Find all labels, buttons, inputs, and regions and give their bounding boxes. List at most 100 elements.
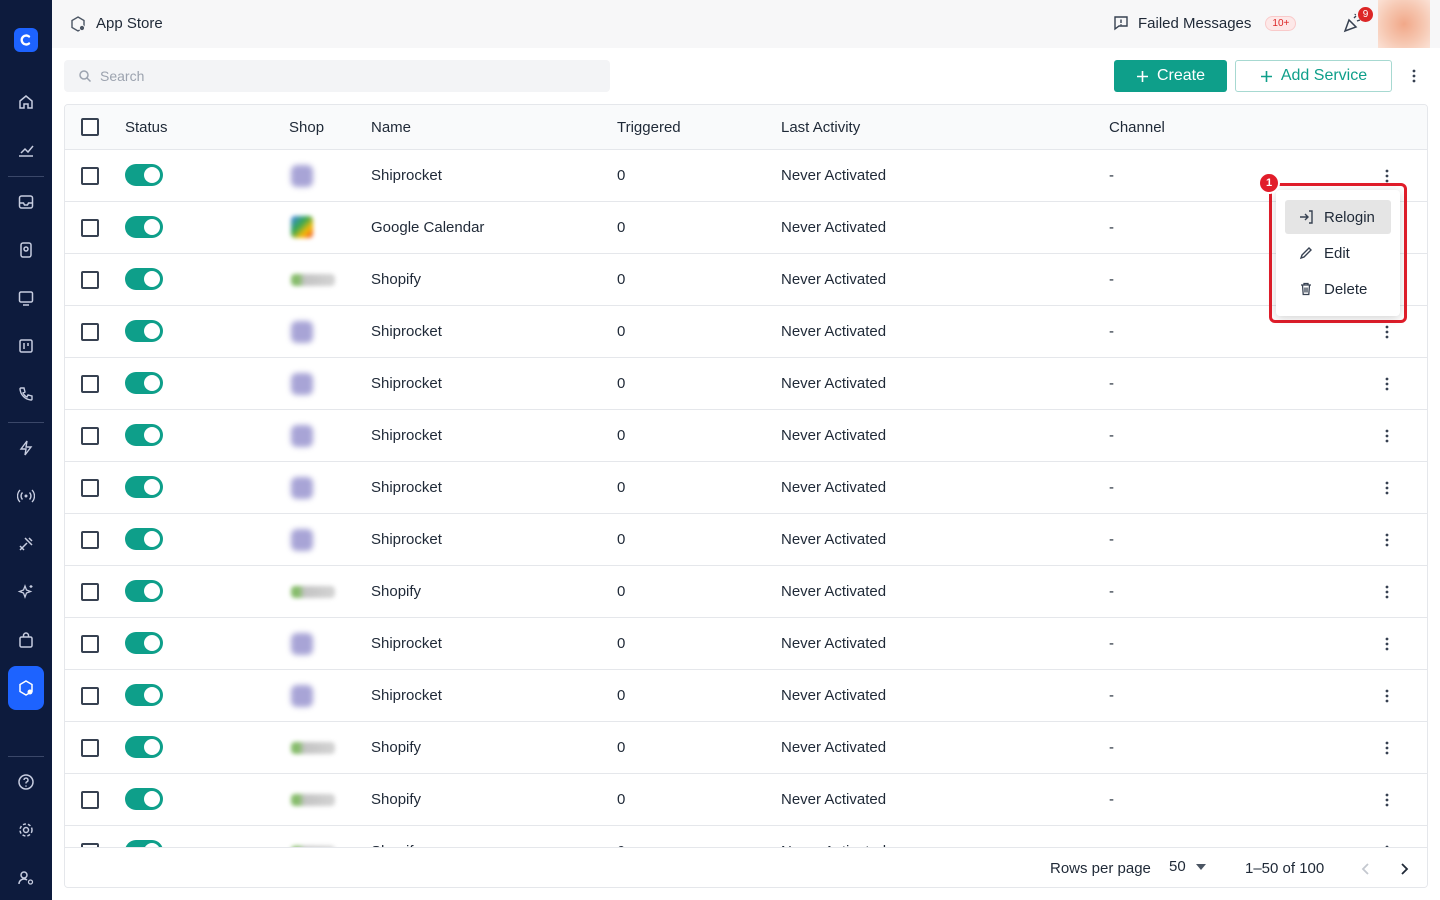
status-toggle[interactable] xyxy=(125,476,163,498)
row-actions-button[interactable] xyxy=(1377,736,1397,760)
row-checkbox[interactable] xyxy=(81,323,99,341)
status-toggle[interactable] xyxy=(125,528,163,550)
table-row[interactable]: Shiprocket 0 Never Activated - xyxy=(65,618,1427,670)
row-actions-button[interactable] xyxy=(1377,580,1397,604)
table-row[interactable]: Shiprocket 0 Never Activated - xyxy=(65,462,1427,514)
row-actions-menu: Relogin Edit Delete xyxy=(1276,190,1400,316)
next-page-button[interactable] xyxy=(1395,859,1415,879)
last-activity: Never Activated xyxy=(781,427,887,444)
previous-page-button[interactable] xyxy=(1355,859,1375,879)
user-settings-icon[interactable] xyxy=(14,866,38,890)
table-row[interactable]: Shopify0Never Activated- xyxy=(65,774,1427,826)
column-header-shop[interactable]: Shop xyxy=(289,119,324,136)
table-row[interactable]: Shiprocket 0 Never Activated - xyxy=(65,150,1427,202)
store-bag-icon[interactable] xyxy=(14,628,38,652)
row-checkbox[interactable] xyxy=(81,427,99,445)
user-avatar[interactable] xyxy=(1378,0,1430,48)
status-toggle[interactable] xyxy=(125,424,163,446)
shop-logo xyxy=(291,529,313,551)
tools-icon[interactable] xyxy=(14,532,38,556)
row-actions-button[interactable] xyxy=(1377,424,1397,448)
channel: - xyxy=(1109,375,1114,392)
service-name: Shiprocket xyxy=(371,635,442,652)
status-toggle[interactable] xyxy=(125,736,163,758)
row-checkbox[interactable] xyxy=(81,479,99,497)
row-checkbox[interactable] xyxy=(81,687,99,705)
status-toggle[interactable] xyxy=(125,164,163,186)
row-checkbox[interactable] xyxy=(81,739,99,757)
rows-per-page-select[interactable]: 50 xyxy=(1169,858,1206,875)
row-checkbox[interactable] xyxy=(81,635,99,653)
table-row[interactable]: Shiprocket 0 Never Activated - xyxy=(65,358,1427,410)
row-checkbox[interactable] xyxy=(81,375,99,393)
status-toggle[interactable] xyxy=(125,580,163,602)
search-input[interactable] xyxy=(100,60,600,92)
column-header-name[interactable]: Name xyxy=(371,119,411,136)
last-activity: Never Activated xyxy=(781,687,887,704)
row-checkbox[interactable] xyxy=(81,271,99,289)
row-actions-button[interactable] xyxy=(1377,840,1397,847)
status-toggle[interactable] xyxy=(125,216,163,238)
settings-gear-icon[interactable] xyxy=(14,818,38,842)
status-toggle[interactable] xyxy=(125,268,163,290)
row-actions-button[interactable] xyxy=(1377,528,1397,552)
row-actions-button[interactable] xyxy=(1377,788,1397,812)
phone-icon[interactable] xyxy=(14,382,38,406)
table-row[interactable]: Shiprocket 0 Never Activated - xyxy=(65,514,1427,566)
row-checkbox[interactable] xyxy=(81,531,99,549)
contacts-icon[interactable] xyxy=(14,238,38,262)
help-icon[interactable] xyxy=(14,770,38,794)
row-checkbox[interactable] xyxy=(81,167,99,185)
table-row[interactable]: Shopify0Never Activated- xyxy=(65,722,1427,774)
shop-logo xyxy=(291,274,335,286)
row-checkbox[interactable] xyxy=(81,583,99,601)
analytics-icon[interactable] xyxy=(14,138,38,162)
failed-messages-badge: 10+ xyxy=(1265,15,1297,31)
failed-messages-link[interactable]: Failed Messages 10+ xyxy=(1112,14,1297,32)
status-toggle[interactable] xyxy=(125,684,163,706)
service-name: Shopify xyxy=(371,583,422,600)
table-row[interactable]: Shiprocket 0 Never Activated - xyxy=(65,306,1427,358)
select-all-checkbox[interactable] xyxy=(81,118,99,136)
sidebar-divider xyxy=(8,176,44,177)
table-row[interactable]: Shopify0Never Activated- xyxy=(65,566,1427,618)
row-actions-button[interactable] xyxy=(1377,320,1397,344)
row-actions-button[interactable] xyxy=(1377,632,1397,656)
row-actions-button[interactable] xyxy=(1377,684,1397,708)
table-row[interactable]: Shopify0Never Activated- xyxy=(65,254,1427,306)
status-toggle[interactable] xyxy=(125,320,163,342)
status-toggle[interactable] xyxy=(125,632,163,654)
triggered-count: 0 xyxy=(617,687,626,704)
automation-icon[interactable] xyxy=(14,436,38,460)
row-actions-button[interactable] xyxy=(1377,372,1397,396)
table-row[interactable]: Shiprocket 0 Never Activated - xyxy=(65,410,1427,462)
inbox-icon[interactable] xyxy=(14,190,38,214)
status-toggle[interactable] xyxy=(125,840,163,847)
column-header-triggered[interactable]: Triggered xyxy=(617,119,681,136)
home-icon[interactable] xyxy=(14,90,38,114)
row-checkbox[interactable] xyxy=(81,791,99,809)
add-service-button[interactable]: Add Service xyxy=(1235,60,1392,92)
create-button[interactable]: Create xyxy=(1114,60,1227,92)
menu-item-delete[interactable]: Delete xyxy=(1285,272,1391,306)
kebab-menu-icon xyxy=(1385,429,1389,443)
more-options-button[interactable] xyxy=(1404,64,1424,88)
ai-sparkle-icon[interactable] xyxy=(14,580,38,604)
status-toggle[interactable] xyxy=(125,788,163,810)
brand-logo[interactable] xyxy=(14,28,38,52)
status-toggle[interactable] xyxy=(125,372,163,394)
column-header-last-activity[interactable]: Last Activity xyxy=(781,119,860,136)
menu-item-relogin[interactable]: Relogin xyxy=(1285,200,1391,234)
menu-item-edit[interactable]: Edit xyxy=(1285,236,1391,270)
table-row[interactable]: Shopify0Never Activated- xyxy=(65,826,1427,847)
table-row[interactable]: Shiprocket 0 Never Activated - xyxy=(65,670,1427,722)
row-checkbox[interactable] xyxy=(81,219,99,237)
broadcast-icon[interactable] xyxy=(14,286,38,310)
board-icon[interactable] xyxy=(14,334,38,358)
signal-icon[interactable] xyxy=(14,484,38,508)
column-header-status[interactable]: Status xyxy=(125,119,168,136)
row-actions-button[interactable] xyxy=(1377,476,1397,500)
shop-logo xyxy=(291,373,313,395)
table-row[interactable]: Google Calendar 0 Never Activated - xyxy=(65,202,1427,254)
column-header-channel[interactable]: Channel xyxy=(1109,119,1165,136)
